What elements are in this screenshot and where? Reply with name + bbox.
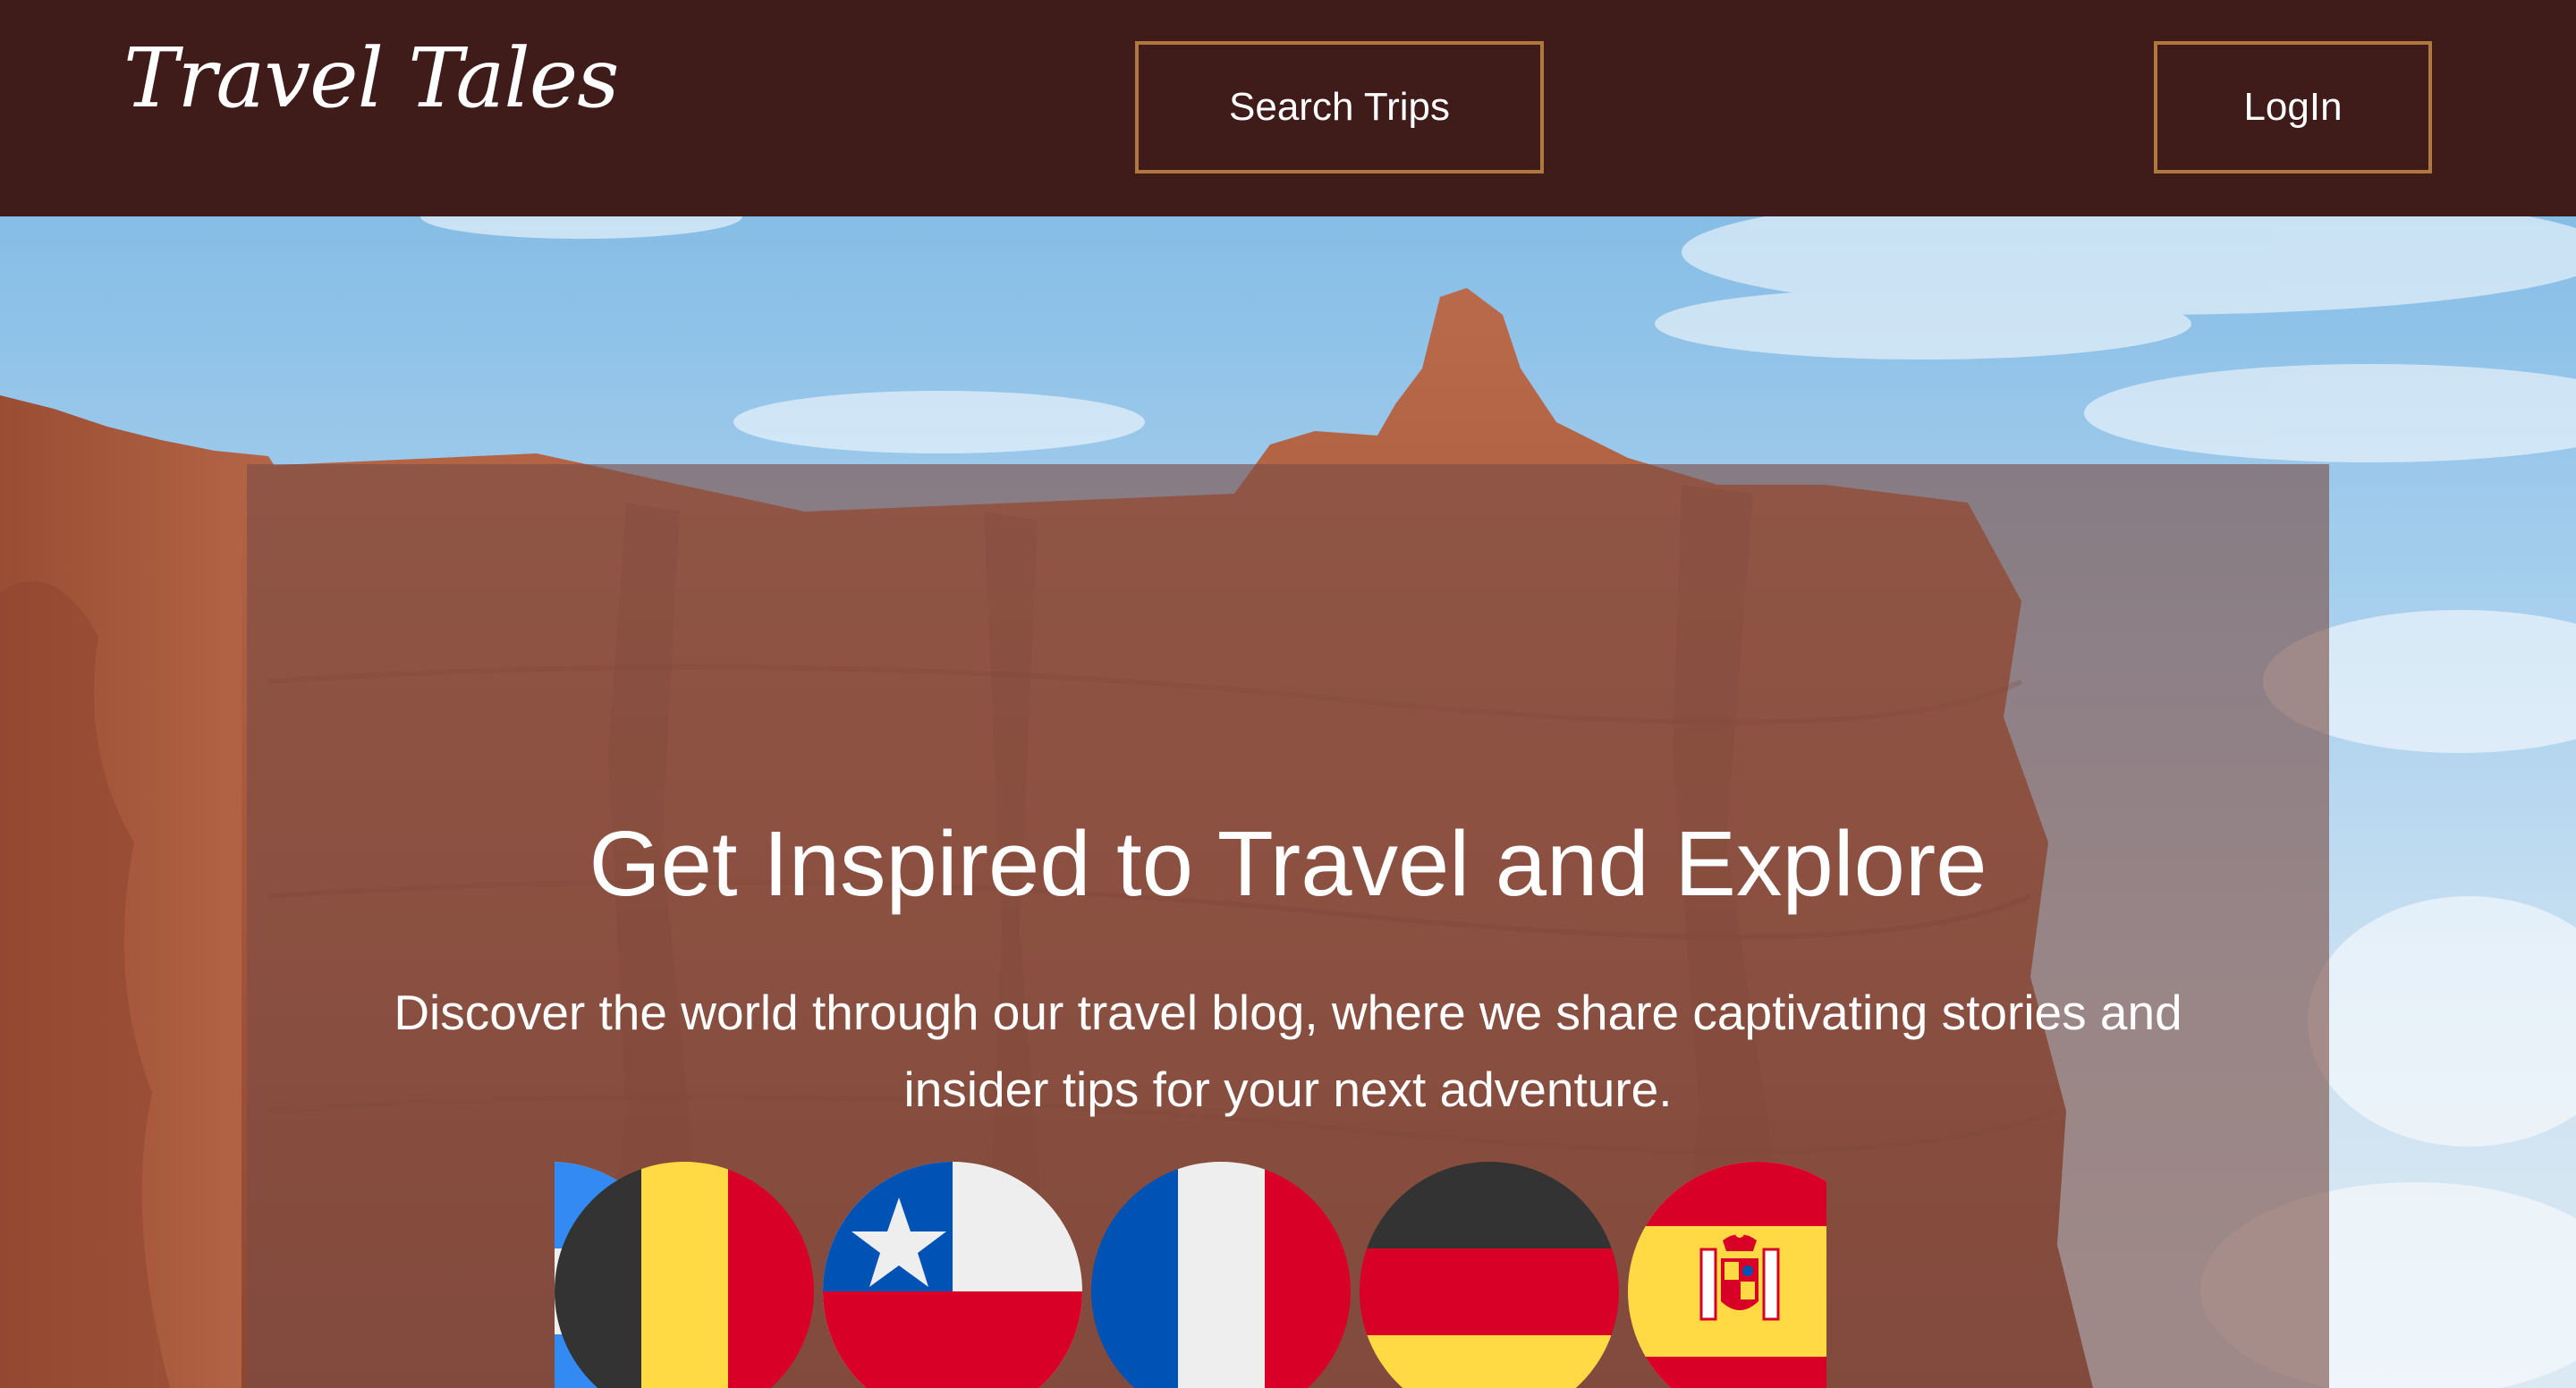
site-header: Travel Tales Search Trips LogIn xyxy=(0,0,2576,216)
search-trips-button[interactable]: Search Trips xyxy=(1135,41,1544,174)
chile-flag-icon[interactable] xyxy=(823,1162,1082,1388)
spain-flag-icon[interactable] xyxy=(1628,1162,1887,1388)
login-button[interactable]: LogIn xyxy=(2154,41,2432,174)
hero-section: Get Inspired to Travel and Explore Disco… xyxy=(0,216,2576,1388)
site-logo[interactable]: Travel Tales xyxy=(123,38,619,120)
hero-subtitle: Discover the world through our travel bl… xyxy=(394,985,2182,1117)
hero-title: Get Inspired to Travel and Explore xyxy=(589,812,1987,915)
country-flags xyxy=(555,1162,2021,1388)
belgium-flag-icon[interactable] xyxy=(555,1162,814,1388)
france-flag-icon[interactable] xyxy=(1091,1162,1351,1388)
hero-overlay-card: Get Inspired to Travel and Explore Disco… xyxy=(247,464,2329,1388)
germany-flag-icon[interactable] xyxy=(1360,1162,1619,1388)
